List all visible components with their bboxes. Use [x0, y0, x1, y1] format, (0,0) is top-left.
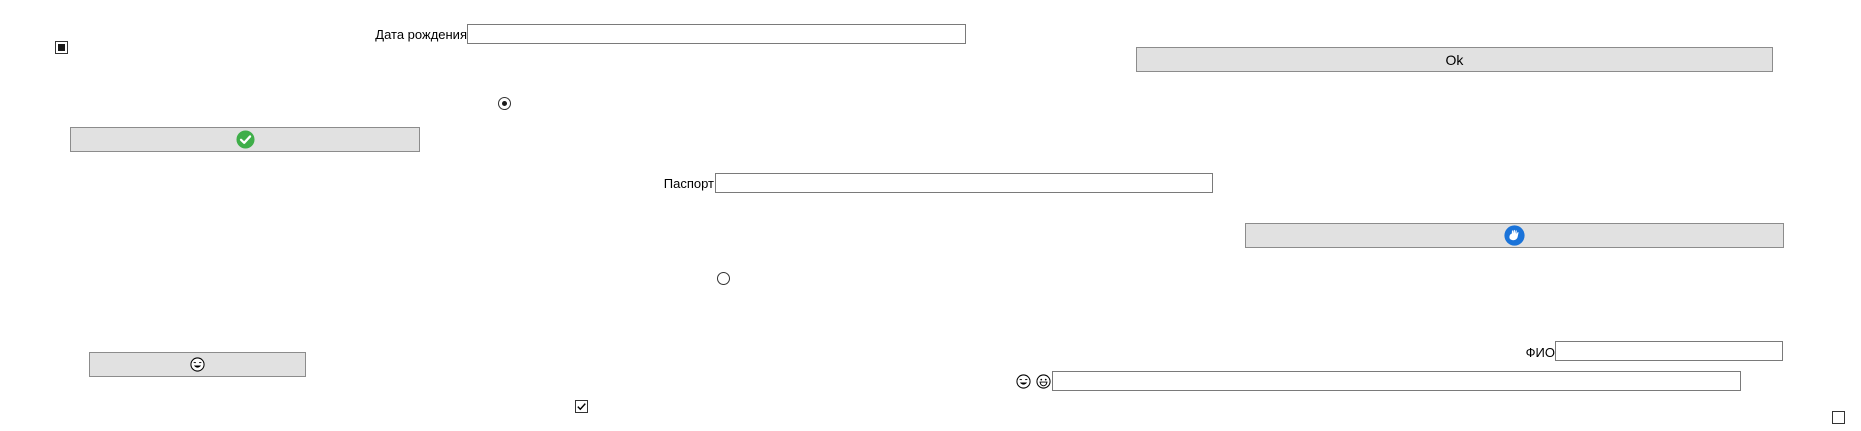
grinning-face-icon	[1036, 374, 1051, 389]
passport-label: Паспорт	[663, 176, 714, 191]
green-checkmark-icon	[235, 130, 255, 149]
ok-button-label: Ok	[1445, 51, 1464, 68]
checkbox-unchecked[interactable]	[1832, 411, 1845, 424]
blue-icon-button[interactable]	[1245, 223, 1784, 248]
checkbox-checked[interactable]	[575, 400, 588, 413]
checkmark-icon	[577, 403, 586, 411]
birth-date-field[interactable]	[467, 24, 966, 44]
radio-selected[interactable]	[498, 97, 511, 110]
emoji-field[interactable]	[1052, 371, 1741, 391]
blue-hand-icon	[1504, 225, 1525, 246]
full-name-label: ФИО	[1525, 345, 1555, 360]
radio-unselected[interactable]	[717, 272, 730, 285]
laughing-face-icon	[1016, 374, 1031, 389]
check-button[interactable]	[70, 127, 420, 152]
checkbox-indeterminate[interactable]	[55, 41, 68, 54]
full-name-field[interactable]	[1555, 341, 1783, 361]
laughing-face-icon	[190, 357, 205, 372]
passport-field[interactable]	[715, 173, 1213, 193]
emoji-button[interactable]	[89, 352, 306, 377]
ok-button[interactable]: Ok	[1136, 47, 1773, 72]
birth-date-label: Дата рождения	[375, 27, 467, 42]
